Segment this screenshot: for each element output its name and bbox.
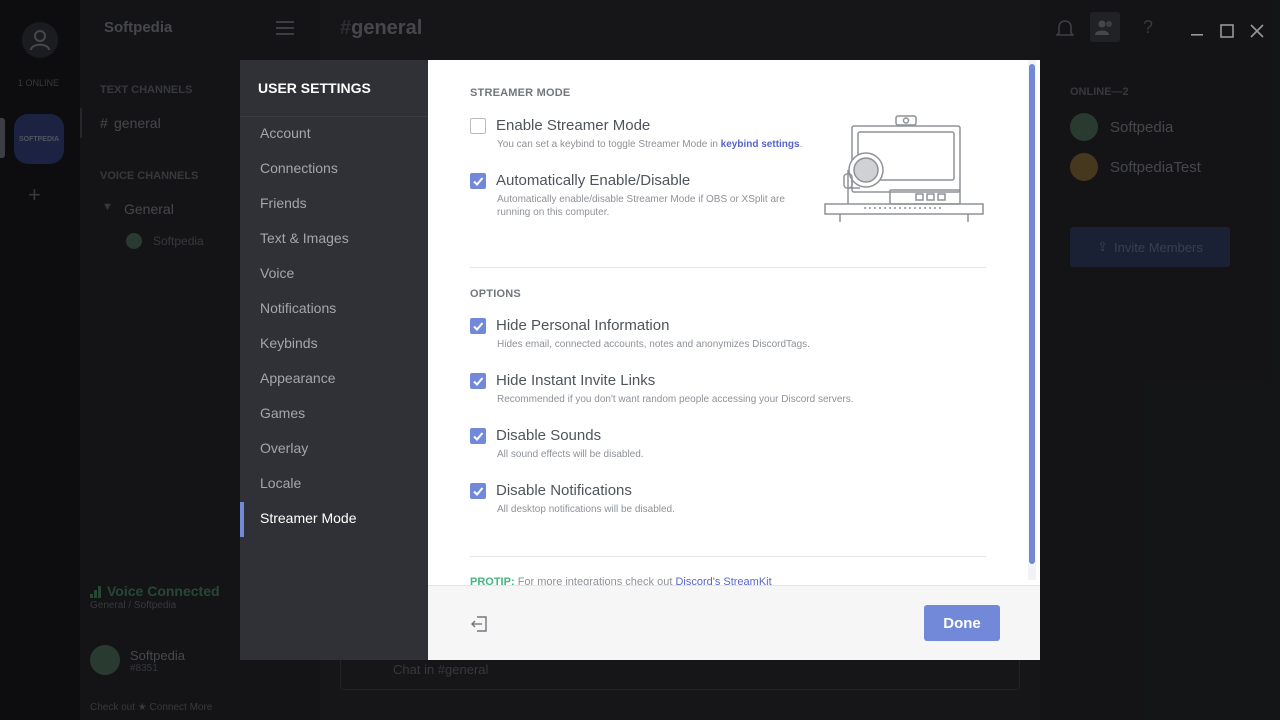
settings-content: STREAMER MODE Enable Streamer Mode You c… xyxy=(428,60,1040,585)
section-divider xyxy=(470,556,986,557)
disable-notifications-label[interactable]: Disable Notifications xyxy=(496,482,632,499)
protip-text: For more integrations check out xyxy=(517,576,673,585)
hide-personal-info-desc: Hides email, connected accounts, notes a… xyxy=(497,339,810,350)
sidebar-item-overlay[interactable]: Overlay xyxy=(260,438,308,458)
sidebar-item-streamer-mode[interactable]: Streamer Mode xyxy=(260,508,356,528)
auto-enable-desc-line1: Automatically enable/disable Streamer Mo… xyxy=(497,194,785,205)
sidebar-item-connections[interactable]: Connections xyxy=(260,158,338,178)
section-title-streamer-mode: STREAMER MODE xyxy=(470,87,571,99)
auto-enable-desc-line2: running on this computer. xyxy=(497,207,610,218)
disable-sounds-label[interactable]: Disable Sounds xyxy=(496,427,601,444)
disable-notifications-desc: All desktop notifications will be disabl… xyxy=(497,504,675,515)
hide-personal-info-label[interactable]: Hide Personal Information xyxy=(496,317,669,334)
auto-enable-checkbox[interactable] xyxy=(470,173,486,189)
disable-notifications-checkbox[interactable] xyxy=(470,483,486,499)
hide-invite-links-checkbox[interactable] xyxy=(470,373,486,389)
section-title-options: OPTIONS xyxy=(470,288,521,300)
done-button[interactable]: Done xyxy=(924,605,1000,641)
disable-sounds-checkbox[interactable] xyxy=(470,428,486,444)
settings-title: USER SETTINGS xyxy=(258,80,371,96)
sidebar-item-voice[interactable]: Voice xyxy=(260,263,294,283)
section-divider xyxy=(470,267,986,268)
disable-sounds-desc: All sound effects will be disabled. xyxy=(497,449,644,460)
streamer-illustration xyxy=(824,110,988,231)
enable-streamer-mode-label[interactable]: Enable Streamer Mode xyxy=(496,117,650,134)
streamkit-link[interactable]: Discord's StreamKit xyxy=(675,576,771,585)
sidebar-item-games[interactable]: Games xyxy=(260,403,305,423)
sidebar-item-account[interactable]: Account xyxy=(260,123,311,143)
sidebar-item-keybinds[interactable]: Keybinds xyxy=(260,333,318,353)
settings-footer: Done xyxy=(428,585,1040,660)
auto-enable-label[interactable]: Automatically Enable/Disable xyxy=(496,172,690,189)
sidebar-item-friends[interactable]: Friends xyxy=(260,193,307,213)
sidebar-item-text-images[interactable]: Text & Images xyxy=(260,228,349,248)
protip-label: PROTIP: xyxy=(470,576,515,585)
protip: PROTIP: For more integrations check out … xyxy=(470,576,772,585)
enable-desc-period: . xyxy=(799,139,803,150)
user-settings-modal: USER SETTINGS Account Connections Friend… xyxy=(240,60,1040,660)
hide-invite-links-desc: Recommended if you don't want random peo… xyxy=(497,394,854,405)
settings-sidebar: USER SETTINGS Account Connections Friend… xyxy=(240,60,428,660)
enable-desc-text: You can set a keybind to toggle Streamer… xyxy=(497,139,718,150)
enable-streamer-mode-desc: You can set a keybind to toggle Streamer… xyxy=(497,138,802,151)
sidebar-item-notifications[interactable]: Notifications xyxy=(260,298,336,318)
scrollbar-thumb[interactable] xyxy=(1029,64,1035,564)
logout-icon[interactable] xyxy=(470,615,488,638)
hide-invite-links-label[interactable]: Hide Instant Invite Links xyxy=(496,372,655,389)
hide-personal-info-checkbox[interactable] xyxy=(470,318,486,334)
sidebar-divider xyxy=(240,116,428,117)
keybind-settings-link[interactable]: keybind settings xyxy=(721,139,800,150)
sidebar-item-appearance[interactable]: Appearance xyxy=(260,368,336,388)
enable-streamer-mode-checkbox[interactable] xyxy=(470,118,486,134)
sidebar-item-locale[interactable]: Locale xyxy=(260,473,301,493)
active-item-indicator xyxy=(240,502,244,537)
